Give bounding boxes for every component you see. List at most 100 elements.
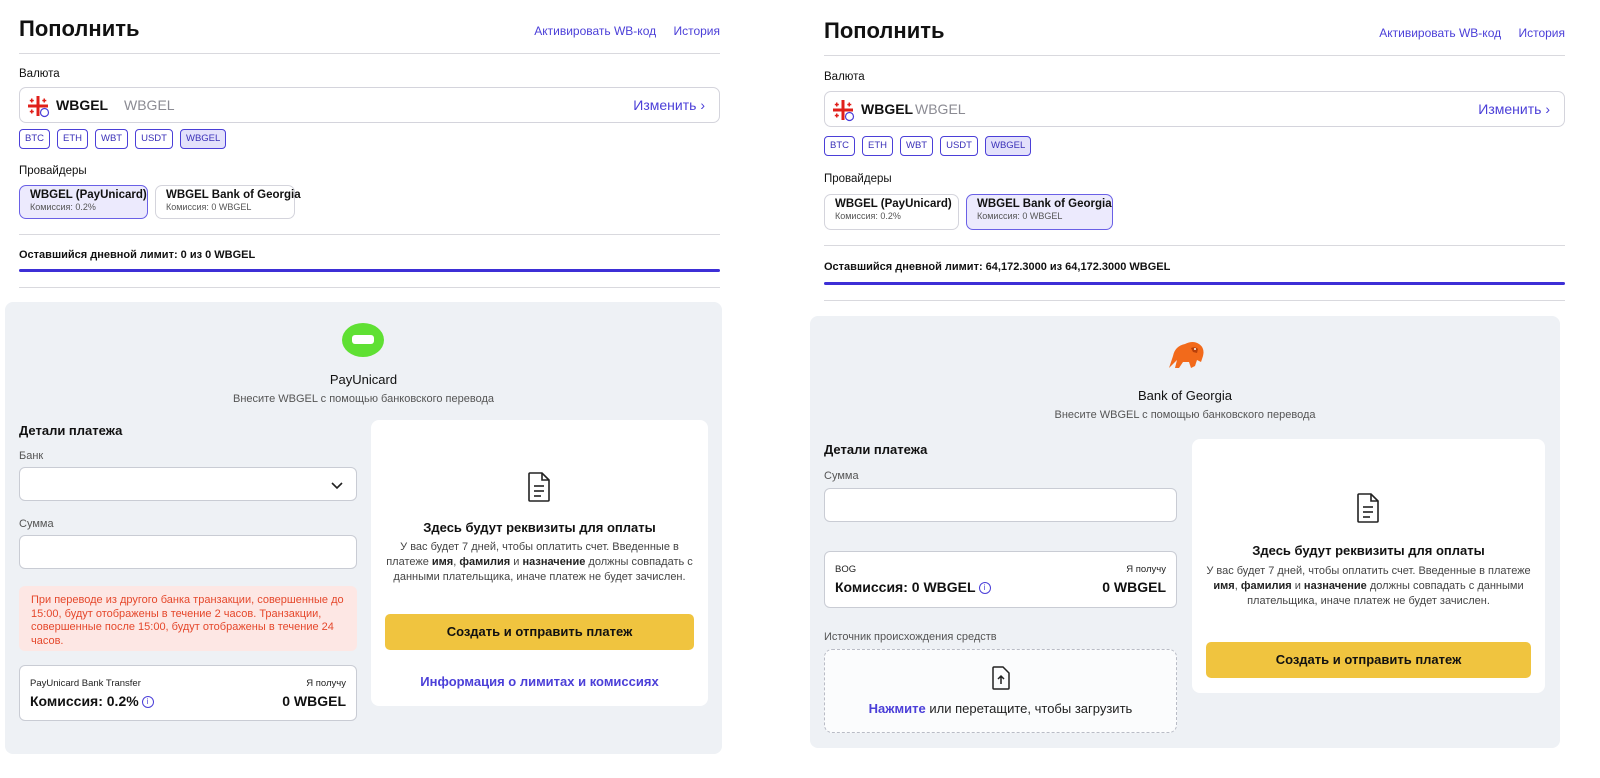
fee-value: Комиссия: 0.2% i [30,693,154,709]
amount-input[interactable] [824,488,1177,522]
funds-source-label: Источник происхождения средств [824,631,997,643]
provider-bank-of-georgia[interactable]: WBGEL Bank of Georgia Комиссия: 0 WBGEL [966,194,1113,230]
file-upload-dropzone[interactable]: Нажмите или перетащите, чтобы загрузить [824,649,1177,733]
fee-text: Комиссия: 0.2% [30,693,139,709]
chip-btc[interactable]: BTC [824,136,855,156]
chip-wbt[interactable]: WBT [95,129,129,149]
bank-subtitle: Внесите WBGEL с помощью банковского пере… [1054,409,1316,421]
chip-eth[interactable]: ETH [57,129,88,149]
document-icon [528,472,550,502]
currency-label: Валюта [19,68,60,80]
upload-instructions: или перетащите, чтобы загрузить [929,701,1133,716]
create-payment-button[interactable]: Создать и отправить платеж [1206,642,1531,678]
history-link[interactable]: История [1518,26,1565,40]
bank-subtitle: Внесите WBGEL с помощью банковского пере… [233,393,494,405]
chevron-right-icon: › [1545,101,1550,117]
text-sep: и [513,556,520,568]
provider-bank-of-georgia[interactable]: WBGEL Bank of Georgia Комиссия: 0 WBGEL [155,185,301,219]
bold-surname: фамилия [459,556,511,568]
deposit-panel-payunicard: Пополнить Активировать WB-код История Ва… [0,0,740,778]
provider-payunicard[interactable]: WBGEL (PayUnicard) Комиссия: 0.2% [824,194,959,230]
provider-fee: Комиссия: 0 WBGEL [166,202,252,212]
upload-click-link[interactable]: Нажмите [869,701,926,716]
currency-label: Валюта [824,71,865,83]
divider [824,300,1565,301]
chip-usdt[interactable]: USDT [940,136,978,156]
chip-btc[interactable]: BTC [19,129,50,149]
chevron-down-icon [331,482,343,490]
currency-chips: BTC ETH WBT USDT WBGEL [824,136,1032,156]
daily-limit-progress [824,282,1565,285]
divider [824,245,1565,246]
bank-title: Bank of Georgia [1138,388,1232,403]
instructions-title: Здесь будут реквизиты для оплаты [1252,543,1485,558]
document-icon [1357,493,1379,523]
amount-label: Сумма [824,470,859,482]
limits-info-link[interactable]: Информация о лимитах и комиссиях [371,674,708,689]
header-links: Активировать WB-код История [1365,26,1565,40]
currency-selector[interactable]: WBGEL WBGEL Изменить › [19,87,720,123]
change-label: Изменить [1478,101,1542,117]
providers-label: Провайдеры [824,173,892,185]
transfer-method: BOG [835,564,857,575]
chip-wbt[interactable]: WBT [900,136,934,156]
payment-instructions-card: Здесь будут реквизиты для оплаты У вас б… [371,420,708,706]
chip-wbgel[interactable]: WBGEL [179,129,227,149]
header: Пополнить Активировать WB-код История [19,16,720,54]
currency-selector[interactable]: WBGEL WBGEL Изменить › [824,91,1565,127]
text-sep: , [1234,580,1238,592]
georgia-flag-icon [28,96,50,118]
currency-name: WBGEL [56,97,109,113]
instructions-text: У вас будет 7 дней, чтобы оплатить счет.… [385,540,694,585]
activate-wb-code-link[interactable]: Активировать WB-код [1379,26,1501,40]
transfer-method: PayUnicard Bank Transfer [30,678,141,689]
bank-of-georgia-lion-logo [1169,342,1204,368]
activate-wb-code-link[interactable]: Активировать WB-код [534,24,656,38]
receive-label: Я получу [306,678,346,689]
providers-label: Провайдеры [19,165,87,177]
receive-value: 0 WBGEL [282,693,346,709]
bold-purpose: назначение [1303,580,1367,592]
header: Пополнить Активировать WB-код История [824,18,1565,56]
currency-name: WBGEL [861,101,914,117]
chip-wbgel[interactable]: WBGEL [984,136,1032,156]
payment-section: PayUnicard Внесите WBGEL с помощью банко… [5,302,722,754]
provider-title: WBGEL Bank of Georgia [166,189,301,201]
text-sep: , [453,556,457,568]
create-payment-button[interactable]: Создать и отправить платеж [385,614,694,650]
info-icon[interactable]: i [978,582,991,595]
info-icon[interactable]: i [141,696,154,709]
chevron-right-icon: › [700,97,705,113]
provider-title: WBGEL Bank of Georgia [977,198,1112,210]
payunicard-logo [342,323,384,357]
bank-field-label: Банк [19,450,44,462]
fee-text: Комиссия: 0 WBGEL [835,579,976,595]
divider [19,234,720,235]
change-currency-button[interactable]: Изменить › [633,97,705,113]
chip-eth[interactable]: ETH [862,136,893,156]
bold-name: имя [1213,580,1235,592]
fee-summary: BOG Комиссия: 0 WBGEL i Я получу 0 WBGEL [824,551,1177,608]
daily-limit-text: Оставшийся дневной лимит: 0 из 0 WBGEL [19,249,256,261]
currency-code: WBGEL [124,97,175,113]
provider-fee: Комиссия: 0.2% [835,211,901,221]
bank-title: PayUnicard [329,372,398,387]
divider [19,287,720,288]
provider-payunicard[interactable]: WBGEL (PayUnicard) Комиссия: 0.2% [19,185,148,219]
daily-limit-text: Оставшийся дневной лимит: 64,172.3000 из… [824,261,1171,273]
deposit-panel-bank-of-georgia: Пополнить Активировать WB-код История Ва… [810,0,1600,778]
amount-input[interactable] [19,535,357,569]
fee-value: Комиссия: 0 WBGEL i [835,579,991,595]
change-currency-button[interactable]: Изменить › [1478,101,1550,117]
payment-section: Bank of Georgia Внесите WBGEL с помощью … [810,316,1560,748]
currency-chips: BTC ETH WBT USDT WBGEL [19,129,227,149]
history-link[interactable]: История [673,24,720,38]
receive-label: Я получу [1126,564,1166,575]
bank-select[interactable] [19,467,357,501]
bold-purpose: назначение [522,556,586,568]
text-sep: и [1294,580,1301,592]
header-links: Активировать WB-код История [520,24,720,38]
provider-fee: Комиссия: 0 WBGEL [977,211,1063,221]
bold-surname: фамилия [1240,580,1292,592]
chip-usdt[interactable]: USDT [135,129,173,149]
